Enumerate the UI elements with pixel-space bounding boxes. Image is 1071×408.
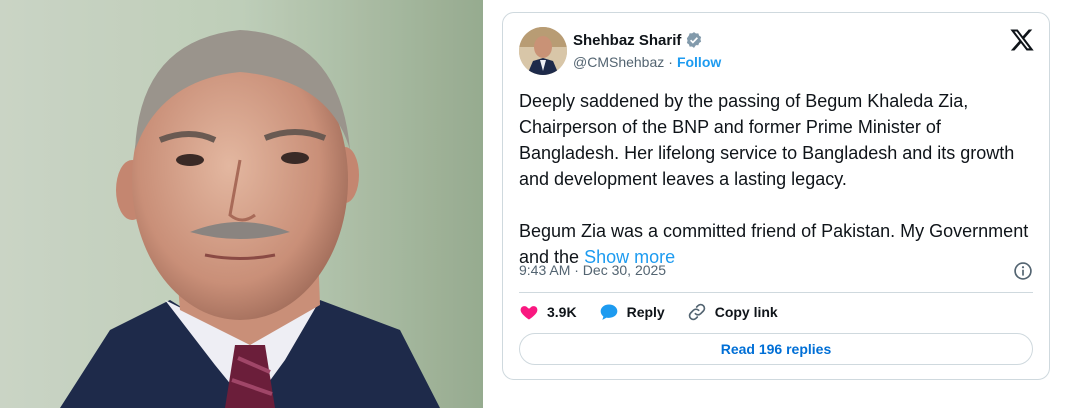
link-icon <box>688 303 705 321</box>
reply-label: Reply <box>626 304 665 320</box>
tweet-timestamp[interactable]: 9:43 AM · Dec 30, 2025 <box>519 262 666 278</box>
x-logo-icon[interactable] <box>1009 27 1035 53</box>
heart-icon <box>520 306 538 320</box>
divider <box>519 292 1033 293</box>
read-replies-button[interactable]: Read 196 replies <box>519 333 1033 365</box>
tweet-body: Deeply saddened by the passing of Begum … <box>519 88 1034 270</box>
portrait-photo <box>0 0 483 408</box>
reply-icon <box>600 304 617 320</box>
reply-button[interactable]: Reply <box>599 302 665 322</box>
copy-link-button[interactable]: Copy link <box>687 302 778 322</box>
info-icon[interactable] <box>1013 261 1033 281</box>
tweet-card: Shehbaz Sharif @CMShehbaz · Follow Deepl… <box>502 12 1050 380</box>
action-bar: 3.9K Reply Copy link <box>519 302 800 322</box>
author-avatar[interactable] <box>519 27 567 75</box>
author-name[interactable]: Shehbaz Sharif <box>573 32 681 49</box>
copy-link-label: Copy link <box>714 304 778 320</box>
follow-button[interactable]: Follow <box>677 54 721 70</box>
author-handle[interactable]: @CMShehbaz <box>573 54 664 70</box>
verified-badge-icon <box>685 31 703 49</box>
read-replies-label: Read 196 replies <box>720 341 832 357</box>
tweet-paragraph-1: Deeply saddened by the passing of Begum … <box>519 91 1015 189</box>
like-count: 3.9K <box>547 304 577 320</box>
like-button[interactable]: 3.9K <box>519 302 577 322</box>
separator-dot: · <box>668 54 673 70</box>
